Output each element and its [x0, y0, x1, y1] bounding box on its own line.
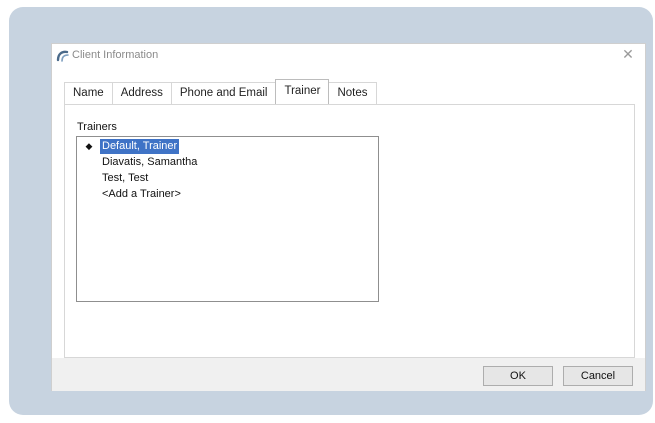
list-item[interactable]: Test, Test	[77, 171, 378, 186]
tab-phone-and-email[interactable]: Phone and Email	[170, 82, 277, 104]
dialog-footer: OK Cancel	[52, 358, 645, 391]
current-item-marker-icon: ◆	[85, 141, 93, 151]
cancel-button[interactable]: Cancel	[563, 366, 633, 386]
tab-notes[interactable]: Notes	[328, 82, 377, 104]
title-bar: Client Information ✕	[52, 44, 645, 75]
trainers-listbox[interactable]: ◆ Default, Trainer Diavatis, Samantha Te…	[76, 136, 379, 302]
tab-address[interactable]: Address	[111, 82, 172, 104]
tab-name[interactable]: Name	[64, 82, 113, 104]
list-item-label: Default, Trainer	[100, 139, 180, 154]
list-item[interactable]: Diavatis, Samantha	[77, 155, 378, 170]
screenshot-frame: Client Information ✕ Name Address Phone …	[0, 0, 655, 423]
trainer-tab-panel: Trainers ◆ Default, Trainer Diavatis, Sa…	[64, 104, 635, 358]
list-item-label: Diavatis, Samantha	[102, 156, 198, 168]
tab-strip: Name Address Phone and Email Trainer Not…	[64, 79, 377, 104]
app-logo-icon	[56, 50, 69, 62]
ok-button[interactable]: OK	[483, 366, 553, 386]
window-title: Client Information	[72, 49, 159, 61]
list-item[interactable]: <Add a Trainer>	[77, 187, 378, 202]
list-item[interactable]: ◆ Default, Trainer	[77, 139, 378, 154]
client-information-dialog: Client Information ✕ Name Address Phone …	[51, 43, 646, 391]
background-panel: Client Information ✕ Name Address Phone …	[9, 7, 653, 415]
list-item-label: Test, Test	[102, 172, 149, 184]
close-icon[interactable]: ✕	[621, 47, 635, 61]
trainers-label: Trainers	[77, 121, 117, 133]
tab-trainer[interactable]: Trainer	[275, 79, 330, 104]
list-item-label: <Add a Trainer>	[102, 188, 181, 200]
